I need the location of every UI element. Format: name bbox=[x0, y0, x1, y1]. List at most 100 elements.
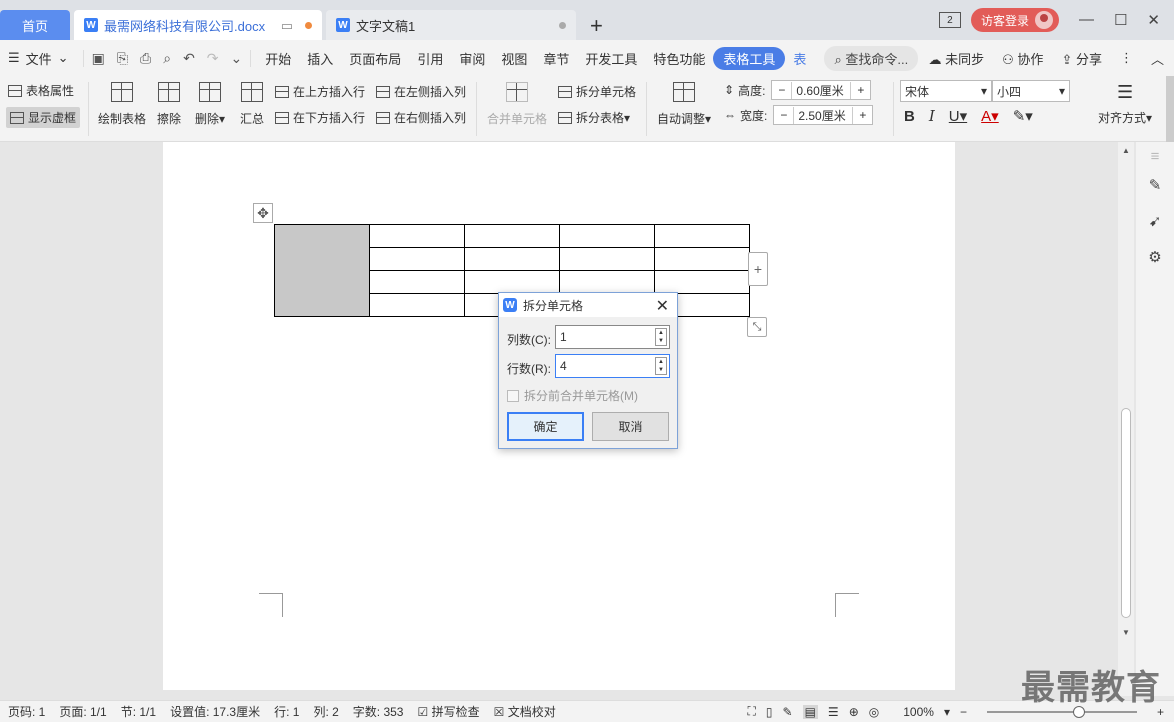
auto-fit-button[interactable]: 自动调整▾ bbox=[657, 82, 711, 127]
insert-row-below-button[interactable]: 在下方插入行 bbox=[275, 109, 365, 126]
menu-view[interactable]: 视图 bbox=[493, 49, 535, 68]
eye-protect-icon[interactable]: ◎ bbox=[869, 705, 879, 719]
menu-page-layout[interactable]: 页面布局 bbox=[341, 49, 409, 68]
menu-review[interactable]: 审阅 bbox=[451, 49, 493, 68]
undo-icon[interactable]: ↶ bbox=[183, 50, 195, 67]
collapse-ribbon-icon[interactable]: ︿ bbox=[1151, 49, 1164, 68]
delete-button[interactable]: 删除▾ bbox=[195, 82, 225, 127]
font-size-select[interactable]: 小四 ▾ bbox=[992, 80, 1070, 102]
highlight-icon[interactable]: ✎▾ bbox=[1013, 107, 1033, 125]
tab-home[interactable]: 首页 bbox=[0, 10, 70, 40]
table-cell[interactable] bbox=[654, 247, 750, 271]
save-icon[interactable]: ▣ bbox=[92, 50, 105, 67]
maximize-button[interactable]: ☐ bbox=[1114, 11, 1127, 29]
cols-spinner-arrows[interactable]: ▲ ▼ bbox=[655, 328, 667, 346]
status-word-count[interactable]: 字数: 353 bbox=[353, 703, 404, 720]
vertical-scrollbar[interactable]: ▲ ▼ bbox=[1118, 142, 1134, 696]
table-cell[interactable] bbox=[559, 224, 655, 248]
print-icon[interactable]: ⎙ bbox=[140, 50, 151, 67]
write-mode-icon[interactable]: ✎ bbox=[783, 705, 793, 719]
monitor-icon[interactable]: ▭ bbox=[281, 18, 293, 34]
increase-width-button[interactable]: + bbox=[853, 108, 872, 122]
draw-table-button[interactable]: 绘制表格 bbox=[98, 82, 146, 127]
menu-file[interactable]: ☰ 文件 ⌄ bbox=[0, 49, 77, 68]
table-cell[interactable] bbox=[559, 247, 655, 271]
menu-section[interactable]: 章节 bbox=[535, 49, 577, 68]
checkbox-box[interactable] bbox=[507, 389, 519, 402]
settings-sliders-icon[interactable]: ⚙ bbox=[1146, 248, 1164, 266]
web-view-icon[interactable]: ⊕ bbox=[849, 705, 859, 719]
table-move-handle-icon[interactable]: ✥ bbox=[253, 203, 273, 223]
cols-input[interactable]: 1 ▲ ▼ bbox=[555, 325, 670, 349]
menu-insert[interactable]: 插入 bbox=[299, 49, 341, 68]
doc-proof-button[interactable]: ☒ 文档校对 bbox=[494, 703, 556, 720]
export-pdf-icon[interactable]: ⎘ bbox=[117, 50, 128, 67]
table-cell[interactable] bbox=[369, 247, 465, 271]
print-preview-icon[interactable]: ⌕ bbox=[163, 50, 171, 67]
split-table-button[interactable]: 拆分表格 ▾ bbox=[558, 109, 630, 126]
font-name-select[interactable]: 宋体 ▾ bbox=[900, 80, 992, 102]
menu-features[interactable]: 特色功能 bbox=[645, 49, 713, 68]
collaborate-button[interactable]: ⚇ 协作 bbox=[1002, 49, 1043, 68]
scroll-down-icon[interactable]: ▼ bbox=[1122, 628, 1130, 637]
underline-icon[interactable]: U▾ bbox=[949, 107, 967, 125]
erase-button[interactable]: 擦除 bbox=[157, 82, 181, 127]
menu-table-tools[interactable]: 表格工具 bbox=[713, 46, 786, 70]
close-button[interactable]: ✕ bbox=[1147, 11, 1160, 29]
table-cell[interactable] bbox=[369, 270, 465, 294]
table-cell[interactable] bbox=[464, 247, 560, 271]
menu-developer[interactable]: 开发工具 bbox=[577, 49, 645, 68]
spin-down-icon[interactable]: ▼ bbox=[658, 338, 664, 344]
outline-view-icon[interactable]: ☰ bbox=[828, 705, 839, 719]
italic-icon[interactable]: I bbox=[929, 107, 935, 125]
table-cell[interactable] bbox=[369, 224, 465, 248]
spell-check-button[interactable]: ☑ 拼写检查 bbox=[417, 703, 479, 720]
insert-col-left-button[interactable]: 在左侧插入列 bbox=[376, 83, 466, 100]
redo-icon[interactable]: ↷ bbox=[207, 50, 219, 67]
merge-cells-button[interactable]: 合并单元格 bbox=[487, 82, 547, 127]
merge-before-split-checkbox[interactable]: 拆分前合并单元格(M) bbox=[507, 387, 638, 404]
table-properties-button[interactable]: 表格属性 bbox=[8, 82, 74, 99]
bold-icon[interactable]: B bbox=[904, 108, 915, 125]
share-button[interactable]: ⇪ 分享 bbox=[1061, 49, 1102, 68]
window-count-badge[interactable]: 2 bbox=[938, 12, 961, 28]
insert-col-right-button[interactable]: 在右侧插入列 bbox=[376, 109, 466, 126]
rows-spinner-arrows[interactable]: ▲ ▼ bbox=[655, 357, 667, 375]
height-spinner[interactable]: − 0.60厘米 + bbox=[771, 80, 872, 100]
scroll-up-icon[interactable]: ▲ bbox=[1122, 146, 1130, 155]
decrease-height-button[interactable]: − bbox=[772, 83, 791, 97]
width-value[interactable]: 2.50厘米 bbox=[793, 106, 854, 124]
cancel-button[interactable]: 取消 bbox=[592, 412, 669, 441]
menu-table-style[interactable]: 表 bbox=[785, 49, 814, 68]
more-icon[interactable]: ⌄ bbox=[231, 50, 243, 67]
increase-height-button[interactable]: + bbox=[851, 83, 870, 97]
new-tab-button[interactable]: + bbox=[590, 13, 603, 39]
rows-input[interactable]: 4 ▲ ▼ bbox=[555, 354, 670, 378]
summary-button[interactable]: 汇总 bbox=[240, 82, 264, 127]
menu-home[interactable]: 开始 bbox=[257, 49, 299, 68]
minimize-button[interactable]: — bbox=[1079, 11, 1094, 29]
scrollbar-thumb[interactable] bbox=[1121, 408, 1131, 618]
table-cell[interactable] bbox=[654, 270, 750, 294]
table-cell[interactable] bbox=[369, 293, 465, 317]
zoom-slider[interactable] bbox=[986, 705, 1137, 718]
insert-row-above-button[interactable]: 在上方插入行 bbox=[275, 83, 365, 100]
width-spinner[interactable]: − 2.50厘米 + bbox=[773, 105, 874, 125]
fullscreen-icon[interactable]: ⛶ bbox=[748, 704, 756, 719]
add-column-button[interactable]: + bbox=[748, 252, 768, 286]
split-cells-button[interactable]: 拆分单元格 bbox=[558, 83, 636, 100]
ok-button[interactable]: 确定 bbox=[507, 412, 584, 441]
menu-references[interactable]: 引用 bbox=[409, 49, 451, 68]
ribbon-scroll-handle[interactable] bbox=[1166, 76, 1174, 142]
align-button[interactable]: ☰ 对齐方式▾ bbox=[1098, 82, 1152, 126]
tab-document-2[interactable]: W 文字文稿1 bbox=[326, 10, 576, 40]
search-command-input[interactable]: ⌕ 查找命令... bbox=[824, 45, 919, 71]
page-view-icon[interactable]: ▤ bbox=[802, 704, 818, 719]
table-resize-handle-icon[interactable]: ⤡ bbox=[747, 317, 767, 337]
table-cell-merged[interactable] bbox=[274, 224, 370, 317]
height-value[interactable]: 0.60厘米 bbox=[791, 81, 852, 99]
spin-down-icon[interactable]: ▼ bbox=[658, 367, 664, 373]
panel-menu-icon[interactable]: ≡ bbox=[1146, 148, 1164, 166]
zoom-dropdown-icon[interactable]: ▾ bbox=[944, 705, 950, 719]
sync-button[interactable]: ☁ 未同步 bbox=[929, 49, 985, 68]
